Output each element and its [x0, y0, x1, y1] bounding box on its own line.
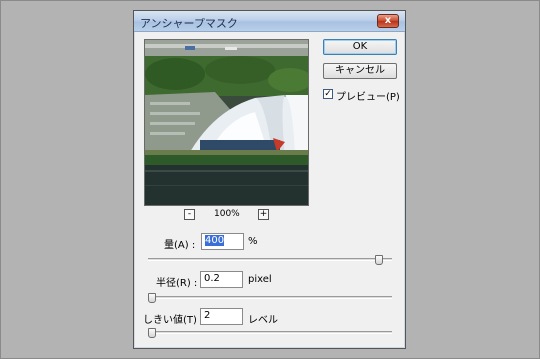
- ok-button[interactable]: OK: [323, 39, 397, 55]
- threshold-input[interactable]: 2: [200, 308, 243, 325]
- zoom-in-button[interactable]: +: [258, 209, 269, 220]
- zoom-out-button[interactable]: -: [184, 209, 195, 220]
- close-button[interactable]: x: [377, 14, 399, 28]
- amount-label: 量(A) :: [164, 240, 196, 251]
- unsharp-mask-dialog: アンシャープマスク x - 100% + OK キャンセル ✓ プレビュー(P)…: [133, 10, 406, 349]
- radius-slider[interactable]: [148, 293, 392, 303]
- threshold-slider-thumb[interactable]: [148, 328, 156, 338]
- title-bar[interactable]: アンシャープマスク x: [134, 11, 405, 32]
- radius-unit: pixel: [248, 274, 272, 285]
- amount-slider-thumb[interactable]: [375, 255, 383, 265]
- preview-checkbox-label: プレビュー(P): [336, 92, 400, 103]
- radius-value: 0.2: [204, 273, 220, 284]
- zoom-controls: - 100% +: [184, 209, 274, 221]
- preview-photo: [145, 40, 308, 205]
- preview-checkbox[interactable]: ✓: [323, 89, 333, 99]
- radius-slider-thumb[interactable]: [148, 293, 156, 303]
- zoom-level: 100%: [214, 209, 240, 219]
- threshold-label: しきい値(T) :: [143, 315, 204, 326]
- amount-unit: %: [248, 236, 258, 247]
- amount-slider[interactable]: [148, 255, 392, 265]
- threshold-slider[interactable]: [148, 328, 392, 338]
- amount-input[interactable]: 400: [201, 233, 244, 250]
- threshold-unit: レベル: [248, 315, 278, 326]
- dialog-title: アンシャープマスク: [140, 17, 238, 30]
- radius-label: 半径(R) :: [156, 278, 198, 289]
- amount-value: 400: [205, 235, 225, 246]
- cancel-button[interactable]: キャンセル: [323, 63, 397, 79]
- preview-image[interactable]: [144, 39, 309, 206]
- radius-input[interactable]: 0.2: [200, 271, 243, 288]
- threshold-value: 2: [204, 310, 211, 321]
